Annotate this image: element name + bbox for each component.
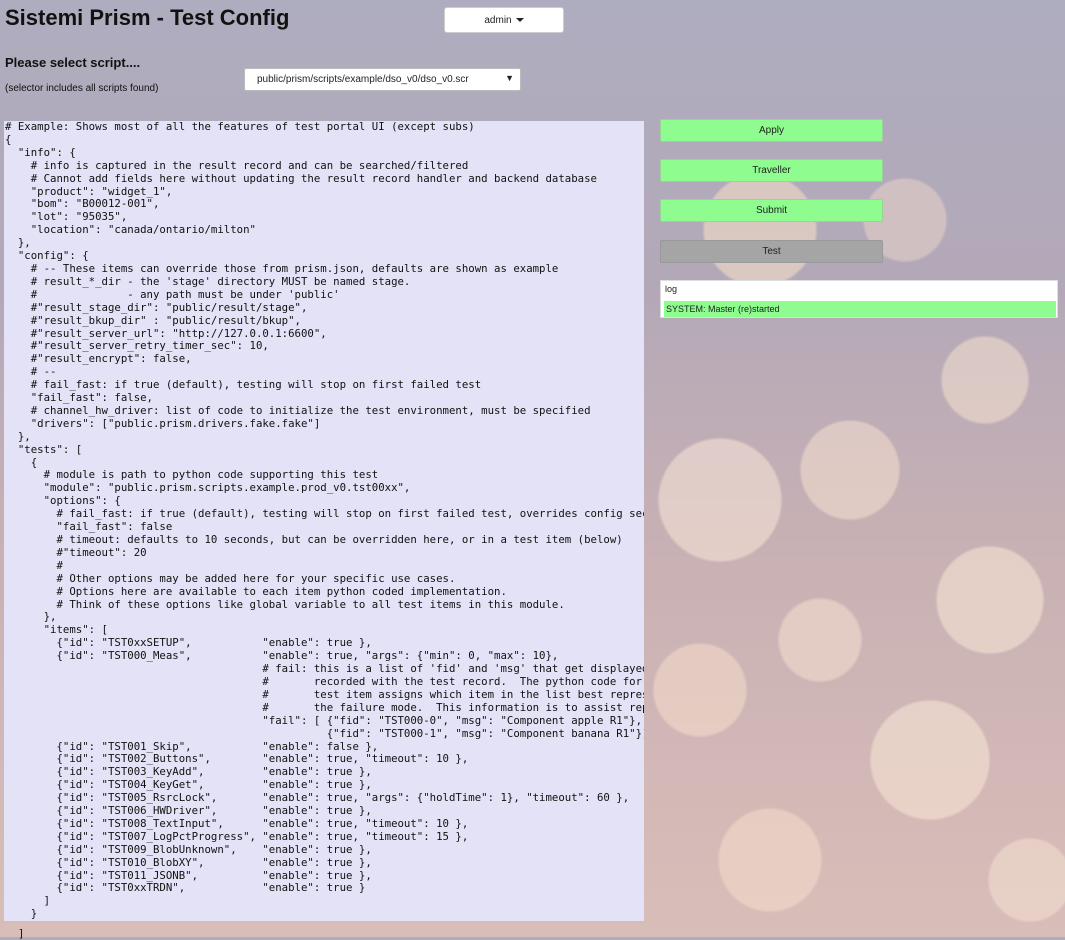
- traveller-button[interactable]: Traveller: [660, 159, 883, 182]
- page-title: Sistemi Prism - Test Config: [5, 5, 290, 30]
- caret-down-icon: [515, 18, 524, 22]
- dropdown-arrow-icon: ▼: [505, 73, 514, 83]
- script-select-prompt: Please select script....: [5, 55, 141, 70]
- script-select-note: (selector includes all scripts found): [5, 83, 159, 94]
- script-select[interactable]: public/prism/scripts/example/dso_v0/dso_…: [244, 68, 521, 91]
- apply-button[interactable]: Apply: [660, 119, 883, 142]
- user-menu-button[interactable]: admin: [444, 7, 564, 33]
- log-panel: log SYSTEM: Master (re)started: [660, 280, 1058, 318]
- submit-button[interactable]: Submit: [660, 199, 883, 222]
- script-trailing-bracket: ]: [18, 927, 25, 940]
- script-content: # Example: Shows most of all the feature…: [5, 121, 644, 921]
- log-title: log: [665, 284, 678, 294]
- user-menu-label: admin: [484, 14, 512, 26]
- test-button[interactable]: Test: [660, 240, 883, 263]
- script-select-value: public/prism/scripts/example/dso_v0/dso_…: [257, 74, 469, 85]
- script-editor[interactable]: # Example: Shows most of all the feature…: [4, 121, 644, 921]
- log-entry: SYSTEM: Master (re)started: [664, 301, 1056, 317]
